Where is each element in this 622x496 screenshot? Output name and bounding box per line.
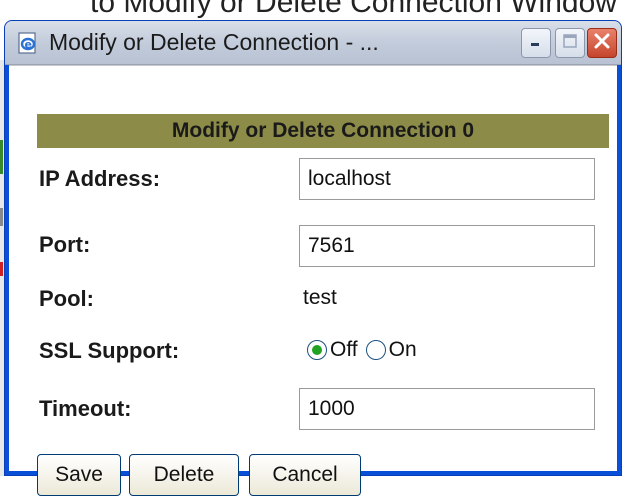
- ip-address-input[interactable]: [299, 158, 595, 200]
- close-icon: [593, 32, 611, 55]
- close-button[interactable]: [587, 28, 617, 58]
- background-page-title: to Modify or Delete Connection Window: [90, 0, 617, 19]
- port-input[interactable]: [299, 225, 595, 267]
- timeout-label: Timeout:: [39, 396, 132, 421]
- dialog-content: Modify or Delete Connection 0 IP Address…: [9, 65, 617, 496]
- maximize-icon: [562, 33, 578, 54]
- maximize-button[interactable]: [555, 28, 585, 58]
- background-green-mark: [0, 140, 3, 174]
- form-header: Modify or Delete Connection 0: [37, 114, 609, 148]
- ssl-support-label: SSL Support:: [39, 338, 180, 363]
- dialog-window: e Modify or Delete Connection - ... Modi…: [4, 20, 622, 496]
- ssl-off-label[interactable]: Off: [330, 338, 358, 362]
- svg-text:e: e: [25, 38, 32, 51]
- minimize-button[interactable]: [521, 28, 551, 58]
- ie-page-icon: e: [15, 30, 41, 56]
- port-label: Port:: [39, 232, 91, 257]
- timeout-input[interactable]: [299, 388, 595, 430]
- background-gray-mark: [0, 208, 3, 226]
- background-red-mark: [0, 262, 3, 276]
- pool-value: test: [303, 286, 337, 309]
- save-button[interactable]: Save: [37, 454, 121, 496]
- ssl-on-label[interactable]: On: [389, 338, 417, 362]
- ssl-on-radio[interactable]: [365, 340, 386, 360]
- ssl-off-radio[interactable]: [307, 340, 327, 360]
- ip-address-label: IP Address:: [39, 166, 161, 191]
- cancel-button[interactable]: Cancel: [249, 454, 361, 496]
- ssl-radio-group: Off On: [307, 338, 417, 362]
- radio-selected-dot: [312, 345, 322, 355]
- window-titlebar[interactable]: e Modify or Delete Connection - ...: [5, 21, 621, 65]
- minimize-icon: [529, 34, 543, 53]
- window-title: Modify or Delete Connection - ...: [49, 29, 379, 55]
- delete-button[interactable]: Delete: [129, 454, 239, 496]
- pool-label: Pool:: [39, 286, 94, 311]
